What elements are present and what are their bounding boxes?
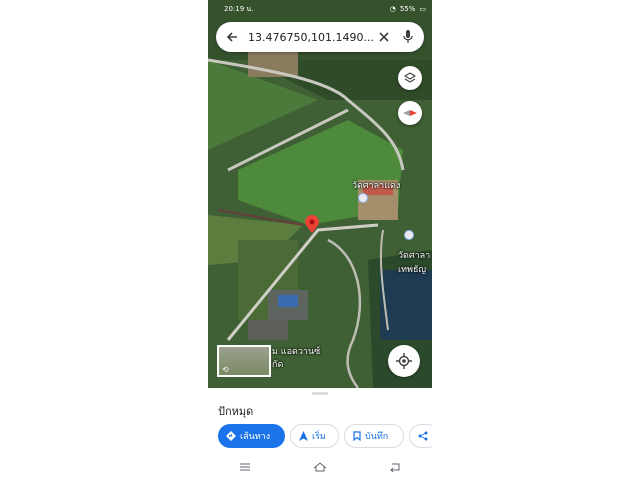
map-imagery <box>208 0 432 388</box>
my-location-button[interactable] <box>388 345 420 377</box>
bottom-sheet[interactable]: ปักหมุด เส้นทาง เริ่ม บันทึก <box>208 388 432 450</box>
satellite-map[interactable]: 20:19 น. ◔ 55% ▭ 13.476750,101.1490... ว… <box>208 0 432 388</box>
sheet-handle[interactable] <box>312 392 328 395</box>
wifi-icon: ◔ <box>389 5 396 13</box>
layers-icon <box>404 72 416 83</box>
home-icon[interactable] <box>313 457 327 476</box>
microphone-icon[interactable] <box>400 29 416 45</box>
start-button[interactable]: เริ่ม <box>290 424 339 448</box>
system-nav-bar <box>208 452 432 480</box>
save-label: บันทึก <box>365 432 389 442</box>
status-bar: 20:19 น. ◔ 55% ▭ <box>208 0 432 18</box>
map-label-place-2: กัด <box>272 360 284 370</box>
share-icon <box>418 431 428 441</box>
directions-button[interactable]: เส้นทาง <box>218 424 285 448</box>
my-location-icon <box>396 353 412 369</box>
directions-label: เส้นทาง <box>240 432 271 442</box>
map-label-temple-2: วัดศาลา <box>398 251 431 261</box>
save-button[interactable]: บันทึก <box>344 424 404 448</box>
place-marker-icon-2 <box>404 230 414 240</box>
map-label-place-1: ม แอดวานซ์ <box>272 347 321 357</box>
phone-screen: 20:19 น. ◔ 55% ▭ 13.476750,101.1490... ว… <box>208 0 432 480</box>
place-marker-icon <box>358 193 368 203</box>
status-time: 20:19 น. <box>224 4 254 13</box>
battery-level: 55% <box>399 5 416 13</box>
layers-button[interactable] <box>398 66 422 90</box>
dropped-pin-title: ปักหมุด <box>218 405 254 418</box>
navigation-arrow-icon <box>299 431 308 441</box>
bookmark-icon <box>353 431 361 441</box>
street-view-icon: ⟲ <box>222 365 229 374</box>
recent-apps-icon[interactable] <box>239 457 251 476</box>
back-arrow-icon[interactable] <box>224 29 240 45</box>
back-icon[interactable] <box>389 457 401 476</box>
compass-button[interactable] <box>398 101 422 125</box>
compass-icon <box>403 110 417 116</box>
map-label-temple-2b: เทพธัญ <box>398 265 427 275</box>
battery-icon: ▭ <box>419 5 426 13</box>
search-query[interactable]: 13.476750,101.1490... <box>248 31 376 44</box>
street-view-thumbnail[interactable]: ⟲ <box>217 345 271 377</box>
clear-icon[interactable] <box>376 29 392 45</box>
directions-icon <box>226 431 236 441</box>
share-button[interactable] <box>409 424 432 448</box>
map-label-temple-1: วัดศาลาแดง <box>352 181 401 191</box>
map-pin-icon[interactable] <box>305 215 319 233</box>
search-bar[interactable]: 13.476750,101.1490... <box>216 22 424 52</box>
start-label: เริ่ม <box>312 432 326 442</box>
